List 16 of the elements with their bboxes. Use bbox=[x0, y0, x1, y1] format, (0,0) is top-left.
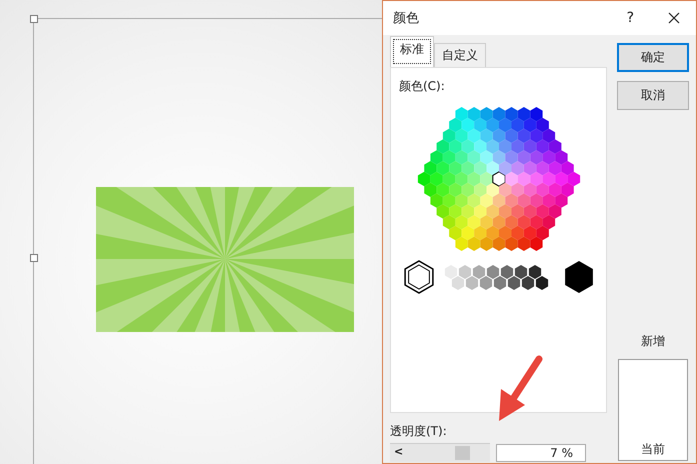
scroll-left-arrow[interactable]: < bbox=[394, 445, 404, 458]
resize-handle[interactable] bbox=[30, 15, 38, 23]
current-color-label: 当前 bbox=[641, 441, 665, 458]
dialog-title: 颜色 bbox=[393, 10, 420, 27]
dialog-tab[interactable]: 自定义 bbox=[434, 43, 486, 67]
help-button[interactable]: ? bbox=[626, 10, 634, 26]
transparency-field[interactable]: 7 % bbox=[496, 444, 586, 462]
resize-handle[interactable] bbox=[30, 254, 38, 262]
new-color-label: 新增 bbox=[641, 333, 665, 350]
dialog-tab[interactable]: 标准 bbox=[390, 36, 434, 67]
close-icon[interactable] bbox=[668, 12, 680, 24]
colors-label: 颜色(C): bbox=[399, 78, 446, 95]
transparency-slider[interactable]: < bbox=[390, 443, 490, 462]
dialog-button[interactable]: 确定 bbox=[617, 43, 689, 72]
transparency-label: 透明度(T): bbox=[390, 423, 448, 440]
dialog-button[interactable]: 取消 bbox=[617, 81, 689, 110]
